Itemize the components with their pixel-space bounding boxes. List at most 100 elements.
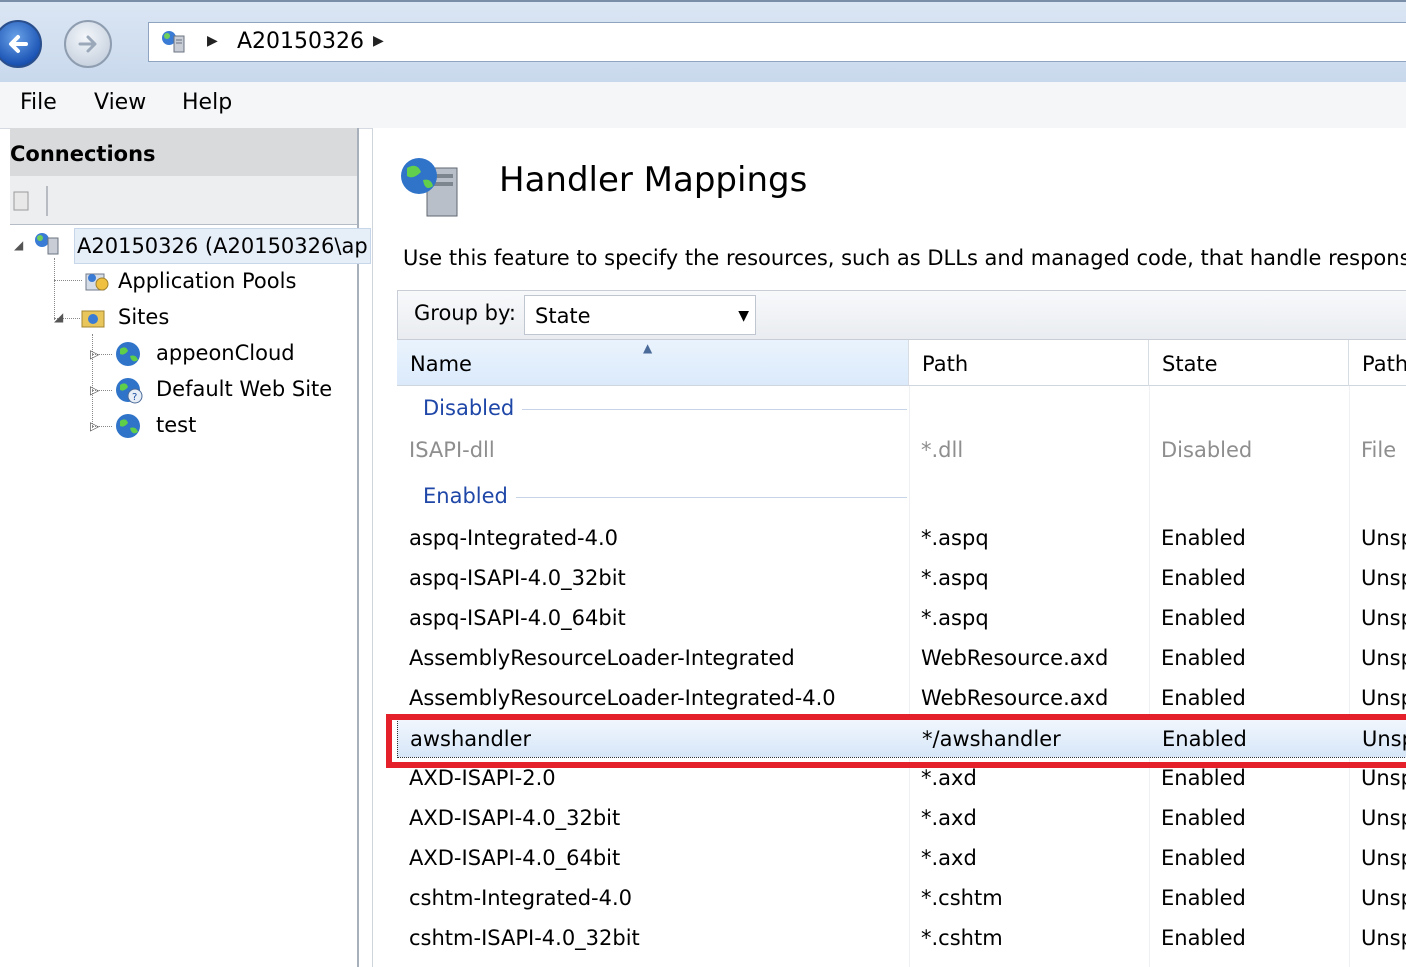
tree-item-site[interactable]: ▷ ? Default Web Site (10, 372, 357, 406)
back-button[interactable] (0, 20, 42, 68)
handler-mappings-grid: ▲ Name Path State Path Disabled ISAPI-dl… (397, 340, 1406, 967)
cell-path: *.cshtm (921, 886, 1003, 910)
cell-path-type: Unsp (1361, 646, 1406, 670)
cell-state: Enabled (1161, 566, 1246, 590)
tree-item-label[interactable]: Sites (118, 300, 169, 334)
cell-name: AXD-ISAPI-4.0_32bit (409, 806, 621, 830)
cell-state: Enabled (1161, 886, 1246, 910)
table-row[interactable]: cshtm-ISAPI-4.0_32bit *.cshtm Enabled Un… (397, 918, 1406, 958)
cell-state: Enabled (1161, 646, 1246, 670)
address-field[interactable]: ▶ A20150326 ▶ (148, 22, 1406, 62)
connections-title: Connections (10, 128, 357, 176)
expand-arrow-icon[interactable]: ▷ (90, 373, 99, 407)
cell-path-type: File (1361, 438, 1397, 462)
group-header-disabled[interactable]: Disabled (397, 388, 1406, 430)
table-row[interactable]: aspq-ISAPI-4.0_32bit *.aspq Enabled Unsp (397, 558, 1406, 598)
tree-item-label[interactable]: Application Pools (118, 264, 296, 298)
menu-help[interactable]: Help (182, 90, 232, 115)
connections-pane: Connections ◢ A20150326 (A20150326\ap Ap… (10, 128, 371, 967)
tree-item-server[interactable]: ◢ A20150326 (A20150326\ap (10, 228, 371, 264)
cell-name: cshtm-ISAPI-4.0_32bit (409, 926, 640, 950)
forward-arrow-icon (78, 35, 97, 53)
cell-state: Enabled (1161, 806, 1246, 830)
table-row[interactable]: aspq-Integrated-4.0 *.aspq Enabled Unsp (397, 518, 1406, 558)
tree-item-sites[interactable]: ◢ Sites (10, 300, 357, 334)
table-row[interactable]: AssemblyResourceLoader-Integrated WebRes… (397, 638, 1406, 678)
tree-item-site[interactable]: ▷ test (10, 408, 357, 442)
cell-name: AXD-ISAPI-4.0_64bit (409, 846, 621, 870)
table-row[interactable]: AXD-ISAPI-4.0_64bit *.axd Enabled Unsp (397, 838, 1406, 878)
column-header-label: Name (410, 352, 472, 376)
collapse-arrow-icon[interactable]: ◢ (54, 300, 63, 334)
globe-icon (116, 414, 140, 438)
cell-state: Enabled (1161, 926, 1246, 950)
expand-arrow-icon[interactable]: ▷ (90, 409, 99, 443)
cell-state: Disabled (1161, 438, 1253, 462)
cell-name: aspq-ISAPI-4.0_64bit (409, 606, 626, 630)
feature-description: Use this feature to specify the resource… (403, 246, 1406, 270)
menu-file[interactable]: File (20, 90, 57, 115)
cell-state: Enabled (1161, 606, 1246, 630)
application-pools-icon (85, 273, 109, 291)
sort-ascending-icon: ▲ (643, 341, 653, 355)
column-header-label: State (1162, 352, 1218, 376)
globe-question-icon: ? (116, 378, 143, 404)
cell-path: *.aspq (921, 566, 989, 590)
column-header-state[interactable]: State (1149, 340, 1349, 386)
column-header-name[interactable]: ▲ Name (397, 340, 909, 386)
column-header-path[interactable]: Path (909, 340, 1149, 386)
table-row[interactable]: ISAPI-dll *.dll Disabled File (397, 430, 1406, 470)
menu-view[interactable]: View (94, 90, 146, 115)
cell-name: cshtm-Integrated-4.0 (409, 886, 633, 910)
address-bar: ▶ A20150326 ▶ (0, 0, 1406, 84)
cell-state: Enabled (1161, 686, 1246, 710)
breadcrumb-expand-icon[interactable]: ▶ (373, 33, 384, 49)
cell-path: *.dll (921, 438, 964, 462)
tree-item-site[interactable]: ▷ appeonCloud (10, 336, 357, 370)
dropdown-arrow-icon[interactable]: ▼ (738, 308, 749, 324)
collapse-arrow-icon[interactable]: ◢ (14, 228, 23, 262)
cell-path: *.axd (921, 806, 977, 830)
group-by-value: State (535, 304, 591, 328)
column-header-path-type[interactable]: Path (1349, 340, 1406, 386)
group-header-enabled[interactable]: Enabled (397, 476, 1406, 518)
cell-path: WebResource.axd (921, 646, 1109, 670)
table-row[interactable]: AXD-ISAPI-4.0_32bit *.axd Enabled Unsp (397, 798, 1406, 838)
tree-item-label[interactable]: test (156, 408, 196, 442)
tree-item-label[interactable]: appeonCloud (156, 336, 295, 370)
cell-path: *.aspq (921, 606, 989, 630)
table-row[interactable]: cshtm-Integrated-4.0 *.cshtm Enabled Uns… (397, 878, 1406, 918)
cell-path: *.axd (921, 846, 977, 870)
tree-item-application-pools[interactable]: Application Pools (10, 264, 357, 298)
cell-path-type: Unsp (1361, 526, 1406, 550)
cell-path-type: Unsp (1361, 686, 1406, 710)
cell-state: Enabled (1161, 526, 1246, 550)
table-row[interactable]: aspq-ISAPI-4.0_64bit *.aspq Enabled Unsp (397, 598, 1406, 638)
group-by-label: Group by: (414, 301, 516, 325)
forward-button[interactable] (64, 20, 112, 68)
tree-item-label[interactable]: A20150326 (A20150326\ap (74, 228, 371, 264)
cell-name: AssemblyResourceLoader-Integrated (409, 646, 795, 670)
highlight-annotation-box (386, 714, 1406, 768)
column-header-label: Path (1362, 352, 1406, 376)
cell-path: *.aspq (921, 526, 989, 550)
sites-folder-icon (81, 310, 105, 328)
group-label: Disabled (423, 396, 523, 420)
cell-name: aspq-Integrated-4.0 (409, 526, 618, 550)
handler-mappings-icon (401, 158, 458, 217)
cell-path-type: Unsp (1361, 606, 1406, 630)
tree-item-label[interactable]: Default Web Site (156, 372, 332, 406)
cell-path-type: Unsp (1361, 566, 1406, 590)
expand-arrow-icon[interactable]: ▷ (90, 337, 99, 371)
new-connection-icon[interactable] (12, 188, 32, 214)
cell-path: *.cshtm (921, 926, 1003, 950)
column-header-label: Path (922, 352, 969, 376)
group-by-dropdown[interactable]: State ▼ (524, 295, 756, 335)
connections-toolbar (10, 176, 357, 225)
table-row[interactable]: AssemblyResourceLoader-Integrated-4.0 We… (397, 678, 1406, 718)
cell-name: AssemblyResourceLoader-Integrated-4.0 (409, 686, 836, 710)
breadcrumb-server[interactable]: A20150326 (237, 29, 364, 54)
cell-path-type: Unsp (1361, 926, 1406, 950)
globe-icon (116, 342, 140, 366)
cell-path-type: Unsp (1361, 806, 1406, 830)
